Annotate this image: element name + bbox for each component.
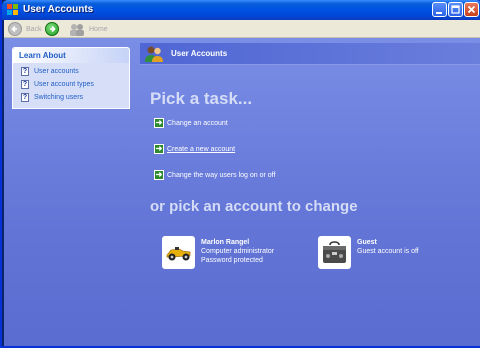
learn-item-label: User account types [34,81,94,88]
maximize-button[interactable] [448,2,463,17]
back-label: Back [26,25,42,33]
close-icon [467,5,476,14]
home-label: Home [89,25,108,33]
back-button[interactable]: Back [8,21,42,37]
account-name: Marlon Rangel [201,239,250,246]
user-accounts-header: User Accounts [140,43,480,65]
windows-flag-icon [7,4,18,15]
close-button[interactable] [464,2,479,17]
account-type: Computer administrator [201,248,275,255]
task-label: Change an account [167,119,228,127]
green-arrow-icon: ➜ [154,170,164,180]
green-arrow-icon: ➜ [154,144,164,154]
help-icon: ? [21,80,29,89]
account-tile-guest[interactable]: Guest Guest account is off [318,236,419,269]
account-type: Guest account is off [357,248,419,255]
window-title: User Accounts [23,4,94,15]
briefcase-avatar [318,236,351,269]
back-arrow-icon [8,22,22,36]
forward-button[interactable] [45,21,59,37]
user-accounts-title: User Accounts [171,49,228,58]
green-arrow-icon: ➜ [154,118,164,128]
learn-item-user-account-types[interactable]: ? User account types [13,78,129,91]
title-bar[interactable]: User Accounts [2,0,480,20]
users-home-icon [70,23,84,36]
minimize-icon [436,12,442,14]
learn-item-label: User accounts [34,68,79,75]
account-status: Password protected [201,257,263,264]
user-accounts-window: User Accounts Back Home Learn About ? Us… [0,0,480,348]
minimize-button[interactable] [432,2,447,17]
learn-item-label: Switching users [34,94,84,101]
help-icon: ? [21,67,29,76]
task-change-account[interactable]: ➜ Change an account [154,118,228,128]
pick-task-heading: Pick a task... [150,89,253,108]
user-accounts-icon [145,46,163,62]
help-icon: ? [21,93,29,102]
learn-item-user-accounts[interactable]: ? User accounts [13,65,129,78]
task-change-logon[interactable]: ➜ Change the way users log on or off [154,170,275,180]
forward-arrow-icon [45,22,59,36]
task-label: Create a new account [167,145,236,153]
account-tile-marlon-rangel[interactable]: Marlon Rangel Computer administrator Pas… [162,236,274,269]
task-create-account[interactable]: ➜ Create a new account [154,144,235,154]
pick-account-heading: or pick an account to change [150,198,358,215]
learn-item-switching-users[interactable]: ? Switching users [13,91,129,104]
race-car-avatar [162,236,195,269]
account-name: Guest [357,239,377,246]
task-label: Change the way users log on or off [167,171,276,179]
learn-about-heading: Learn About [13,48,129,63]
maximize-icon [451,5,460,14]
home-button[interactable]: Home [69,21,108,37]
navigation-toolbar: Back Home [4,20,480,38]
content-area: Learn About ? User accounts ? User accou… [4,38,480,346]
learn-about-panel: Learn About ? User accounts ? User accou… [12,47,130,109]
